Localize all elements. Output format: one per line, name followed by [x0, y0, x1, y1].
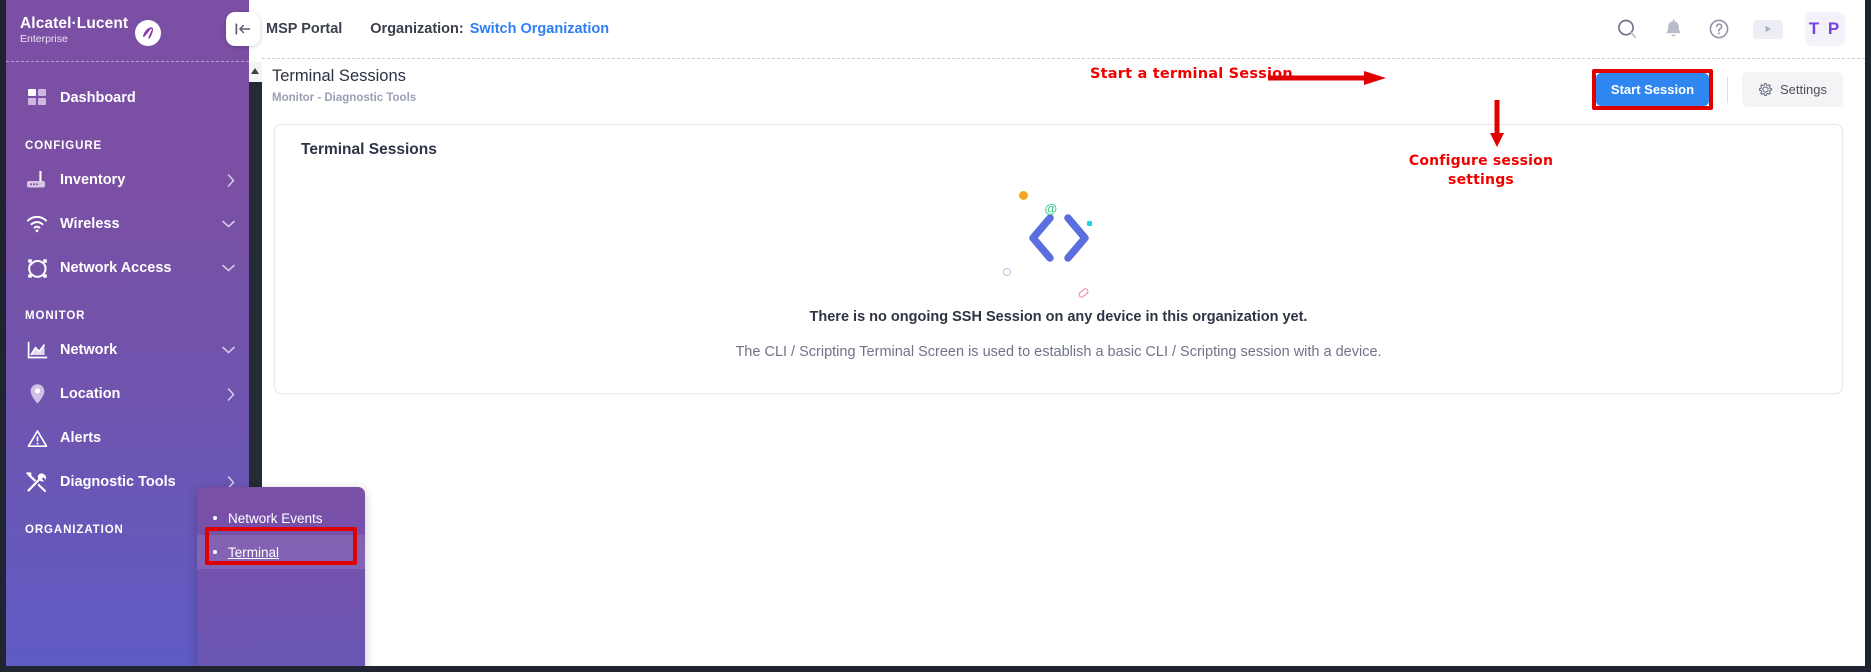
code-brackets-icon: @ — [974, 173, 1144, 303]
top-bar-icons: T P — [1615, 12, 1845, 46]
sidebar-nav: Dashboard CONFIGURE Inventory Wireless N… — [6, 62, 249, 536]
warning-triangle-icon — [25, 426, 49, 450]
card-title: Terminal Sessions — [301, 141, 437, 158]
annotation-arrow-vertical — [1486, 100, 1508, 148]
annotation-configure-settings: Configure session settings — [1408, 153, 1554, 188]
bullet-icon — [213, 550, 217, 554]
start-session-highlight-box: Start Session — [1591, 69, 1714, 110]
avatar[interactable]: T P — [1805, 12, 1845, 46]
scroll-up-arrow-icon[interactable] — [251, 68, 259, 74]
sidebar-item-label: Alerts — [60, 430, 102, 446]
chevron-right-icon — [227, 387, 235, 401]
decor-pill-pink — [1076, 287, 1090, 299]
router-icon — [25, 168, 49, 192]
empty-state-description: The CLI / Scripting Terminal Screen is u… — [735, 344, 1382, 360]
annotation-start-session: Start a terminal Session — [1090, 66, 1293, 82]
code-brackets-glyph — [1024, 212, 1094, 264]
decor-dot-cyan — [1086, 221, 1092, 226]
organization-label: Organization: — [370, 21, 464, 37]
sidebar-item-label: Wireless — [60, 216, 120, 232]
gear-icon — [1758, 82, 1773, 97]
settings-button-label: Settings — [1780, 82, 1827, 97]
sidebar-group-configure: CONFIGURE — [25, 140, 103, 152]
chevron-down-icon — [222, 220, 235, 228]
page-header: Terminal Sessions Monitor - Diagnostic T… — [262, 58, 1865, 112]
bullet-icon — [213, 516, 217, 520]
sidebar-item-label: Network — [60, 342, 118, 358]
decor-spiral-green: @ — [1044, 201, 1058, 216]
dashboard-grid-icon — [25, 86, 49, 110]
decor-dot-orange — [1018, 191, 1028, 200]
chart-area-icon — [25, 338, 49, 362]
start-session-button[interactable]: Start Session — [1595, 73, 1710, 106]
sidebar-item-label: Network Access — [60, 260, 172, 276]
empty-state-heading: There is no ongoing SSH Session on any d… — [809, 309, 1308, 325]
network-nodes-icon — [25, 256, 49, 280]
alcatel-swirl-icon — [135, 19, 162, 46]
brand-subtitle: Enterprise — [20, 33, 68, 46]
sidebar-item-label: Diagnostic Tools — [60, 474, 176, 490]
submenu-item-terminal[interactable]: Terminal — [197, 535, 365, 569]
submenu-item-label: Terminal — [228, 544, 280, 560]
collapse-sidebar-button[interactable] — [226, 12, 260, 46]
sidebar-item-alerts[interactable]: Alerts — [6, 416, 249, 460]
map-pin-icon — [25, 382, 49, 406]
brand-name: Alcatel·Lucent — [20, 14, 129, 32]
annotation-arrow-horizontal — [1268, 70, 1390, 86]
diagnostic-tools-submenu: Network Events Terminal — [197, 487, 365, 666]
collapse-left-icon — [235, 22, 252, 36]
msp-portal-label[interactable]: MSP Portal — [266, 21, 342, 37]
page-title: Terminal Sessions — [272, 67, 406, 85]
decor-ring-purple — [1002, 268, 1011, 276]
brand-logo-area: Alcatel·Lucent Enterprise — [6, 0, 249, 62]
chevron-down-icon — [222, 264, 235, 272]
sidebar-item-network-access[interactable]: Network Access — [6, 246, 249, 290]
terminal-sessions-card: Terminal Sessions @ There is no ongoing … — [274, 124, 1843, 394]
sidebar-group-monitor: MONITOR — [25, 310, 86, 322]
chevron-down-icon — [222, 346, 235, 354]
top-bar: MSP Portal Organization: Switch Organiza… — [226, 0, 1865, 58]
search-icon[interactable] — [1615, 17, 1639, 41]
page-header-actions: Start Session Settings — [1591, 67, 1843, 110]
sidebar-item-label: Inventory — [60, 172, 126, 188]
sidebar-item-dashboard[interactable]: Dashboard — [6, 76, 249, 120]
main-area: MSP Portal Organization: Switch Organiza… — [226, 0, 1865, 666]
action-divider — [1727, 76, 1729, 103]
sidebar-item-network[interactable]: Network — [6, 328, 249, 372]
sidebar-item-label: Location — [60, 386, 121, 402]
empty-state: @ There is no ongoing SSH Session on any… — [275, 173, 1842, 360]
breadcrumb: Monitor - Diagnostic Tools — [272, 91, 417, 104]
sidebar-item-label: Dashboard — [60, 90, 136, 106]
app-window: Alcatel·Lucent Enterprise Dashboard CONF… — [0, 0, 1871, 672]
sidebar-item-location[interactable]: Location — [6, 372, 249, 416]
submenu-item-network-events[interactable]: Network Events — [197, 501, 365, 535]
notification-bell-icon[interactable] — [1661, 17, 1685, 41]
help-circle-icon[interactable] — [1707, 17, 1731, 41]
sidebar-item-wireless[interactable]: Wireless — [6, 202, 249, 246]
wifi-icon — [25, 212, 49, 236]
switch-organization-link[interactable]: Switch Organization — [470, 21, 609, 37]
sidebar-item-inventory[interactable]: Inventory — [6, 158, 249, 202]
play-video-icon[interactable] — [1753, 19, 1783, 39]
tools-icon — [25, 470, 49, 494]
submenu-item-label: Network Events — [228, 510, 323, 526]
chevron-right-icon — [227, 173, 235, 187]
settings-button[interactable]: Settings — [1742, 72, 1843, 107]
